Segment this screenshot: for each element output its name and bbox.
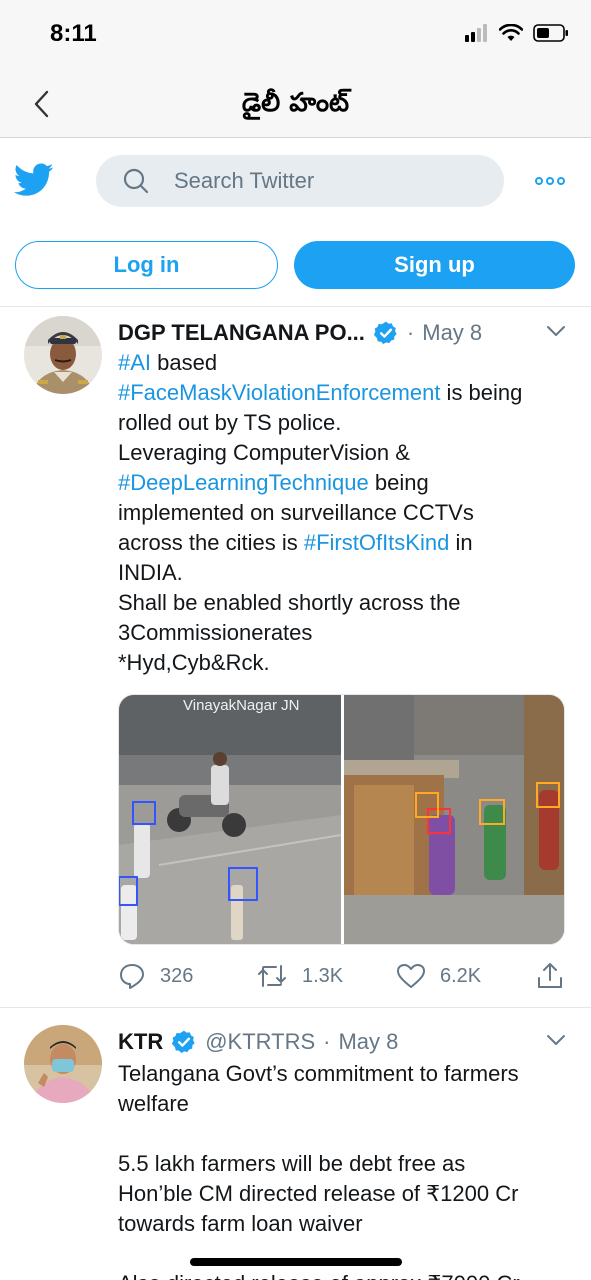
tweet-text-line: implemented on surveillance CCTVs xyxy=(118,498,573,528)
twitter-bird-icon[interactable] xyxy=(13,163,54,202)
tweet-text-line: Telangana Govt’s commitment to farmers xyxy=(118,1059,573,1089)
tweet-text-segment: *Hyd,Cyb&Rck. xyxy=(118,650,270,675)
more-dot-icon xyxy=(535,177,543,185)
search-bar[interactable] xyxy=(96,155,504,207)
share-icon xyxy=(538,963,562,988)
verified-badge-icon xyxy=(171,1029,197,1055)
tweet-text-segment: Also directed release of approx ₹7000 Cr xyxy=(118,1271,520,1280)
search-input[interactable] xyxy=(174,168,474,194)
hashtag-link[interactable]: #FaceMaskViolationEnforcement xyxy=(118,380,440,405)
like-button[interactable]: 6.2K xyxy=(396,962,481,990)
tweet-text-line: Leveraging ComputerVision & xyxy=(118,438,573,468)
author-handle[interactable]: @KTRTRS xyxy=(205,1029,315,1055)
tweet-text-segment: across the cities is xyxy=(118,530,304,555)
tweet-text-segment: 5.5 lakh farmers will be debt free as xyxy=(118,1151,466,1176)
tweet-media[interactable]: VinayakNagar JN xyxy=(118,694,565,945)
chevron-down-icon[interactable] xyxy=(545,320,567,347)
tweet-text-line: welfare xyxy=(118,1089,573,1119)
cellular-signal-icon xyxy=(465,24,489,47)
tweet-text-line: Hon’ble CM directed release of ₹1200 Cr xyxy=(118,1179,573,1209)
tweet[interactable]: KTR @KTRTRS · May 8 Telangana Govt’s com… xyxy=(0,1009,591,1280)
tweet-text-segment: Leveraging ComputerVision & xyxy=(118,440,410,465)
heart-icon xyxy=(397,964,425,988)
author-name[interactable]: KTR xyxy=(118,1029,163,1055)
verified-badge-icon xyxy=(373,320,399,346)
tweet-text-segment: welfare xyxy=(118,1091,189,1116)
avatar[interactable] xyxy=(24,1025,102,1103)
media-caption: VinayakNagar JN xyxy=(183,697,300,714)
log-in-button[interactable]: Log in xyxy=(15,241,278,289)
tweet-text-segment: towards farm loan waiver xyxy=(118,1211,363,1236)
tweet-date[interactable]: May 8 xyxy=(422,320,482,346)
tweet-text: Telangana Govt’s commitment to farmers we… xyxy=(118,1059,573,1280)
tweet-header: KTR @KTRTRS · May 8 xyxy=(118,1027,567,1057)
tweet-text-segment: rolled out by TS police. xyxy=(118,410,342,435)
hashtag-link[interactable]: #DeepLearningTechnique xyxy=(118,470,369,495)
retweet-icon xyxy=(258,965,286,987)
tweet-text-line: #DeepLearningTechnique being xyxy=(118,468,573,498)
more-dot-icon xyxy=(557,177,565,185)
tweet-text-segment: being xyxy=(368,470,429,495)
tweet-header: DGP TELANGANA PO... · May 8 xyxy=(118,318,567,348)
tweet-actions: 326 1.3K 6.2K xyxy=(118,962,573,992)
more-options-button[interactable] xyxy=(530,169,570,193)
battery-icon xyxy=(533,24,569,47)
status-icons xyxy=(465,23,569,47)
status-time: 8:11 xyxy=(50,20,97,47)
retweet-button[interactable]: 1.3K xyxy=(256,962,343,990)
hashtag-link[interactable]: #FirstOfItsKind xyxy=(304,530,449,555)
tweet-text-line: rolled out by TS police. xyxy=(118,408,573,438)
media-image-right[interactable] xyxy=(344,695,564,944)
tweet-text-line: Shall be enabled shortly across the xyxy=(118,588,573,618)
reply-icon xyxy=(120,964,144,989)
tweet-text-line: #FaceMaskViolationEnforcement is being xyxy=(118,378,573,408)
tweet-text-line xyxy=(118,1119,573,1149)
tweet-text-line: across the cities is #FirstOfItsKind in xyxy=(118,528,573,558)
tweet-text-line: 3Commissionerates xyxy=(118,618,573,648)
home-indicator[interactable] xyxy=(190,1258,402,1266)
media-image-left[interactable]: VinayakNagar JN xyxy=(119,695,341,944)
twitter-header: Log in Sign up xyxy=(0,139,591,307)
page-title: డైలీ హంట్ xyxy=(241,88,350,118)
search-icon xyxy=(123,168,149,194)
tweet-text-segment: in xyxy=(449,530,473,555)
tweet-date[interactable]: May 8 xyxy=(338,1029,398,1055)
sign-up-button[interactable]: Sign up xyxy=(294,241,575,289)
tweet-text-segment: is being xyxy=(440,380,523,405)
tweet-text-segment: Shall be enabled shortly across the xyxy=(118,590,461,615)
tweet[interactable]: DGP TELANGANA PO... · May 8 #AI based #Fa… xyxy=(0,308,591,1008)
tweet-text-segment: Telangana Govt’s commitment to farmers xyxy=(118,1061,519,1086)
nav-bar: డైలీ హంట్ xyxy=(0,70,591,138)
tweet-text-line: *Hyd,Cyb&Rck. xyxy=(118,648,573,678)
wifi-icon xyxy=(498,23,524,47)
tweet-text-line: INDIA. xyxy=(118,558,573,588)
tweet-text-line: 5.5 lakh farmers will be debt free as xyxy=(118,1149,573,1179)
chevron-down-icon[interactable] xyxy=(545,1029,567,1056)
status-bar: 8:11 xyxy=(0,0,591,70)
share-button[interactable] xyxy=(536,962,564,990)
reply-count: 326 xyxy=(160,964,194,987)
tweet-text-segment: based xyxy=(151,350,218,375)
tweet-text: #AI based #FaceMaskViolationEnforcement i… xyxy=(118,348,573,678)
reply-button[interactable]: 326 xyxy=(118,962,193,990)
tweet-text-segment: implemented on surveillance CCTVs xyxy=(118,500,474,525)
like-count: 6.2K xyxy=(440,964,482,987)
tweet-separator: · xyxy=(406,320,415,345)
tweet-text-segment: Hon’ble CM directed release of ₹1200 Cr xyxy=(118,1181,519,1206)
tweet-text-line: towards farm loan waiver xyxy=(118,1209,573,1239)
avatar[interactable] xyxy=(24,316,102,394)
author-name[interactable]: DGP TELANGANA PO... xyxy=(118,320,365,346)
retweet-count: 1.3K xyxy=(302,964,344,987)
tweet-text-segment: INDIA. xyxy=(118,560,183,585)
tweet-separator: · xyxy=(323,1029,331,1054)
tweet-text-line: #AI based xyxy=(118,348,573,378)
tweet-text-segment: 3Commissionerates xyxy=(118,620,313,645)
tweet-text-line: Also directed release of approx ₹7000 Cr xyxy=(118,1269,573,1280)
hashtag-link[interactable]: #AI xyxy=(118,350,151,375)
more-dot-icon xyxy=(546,177,554,185)
